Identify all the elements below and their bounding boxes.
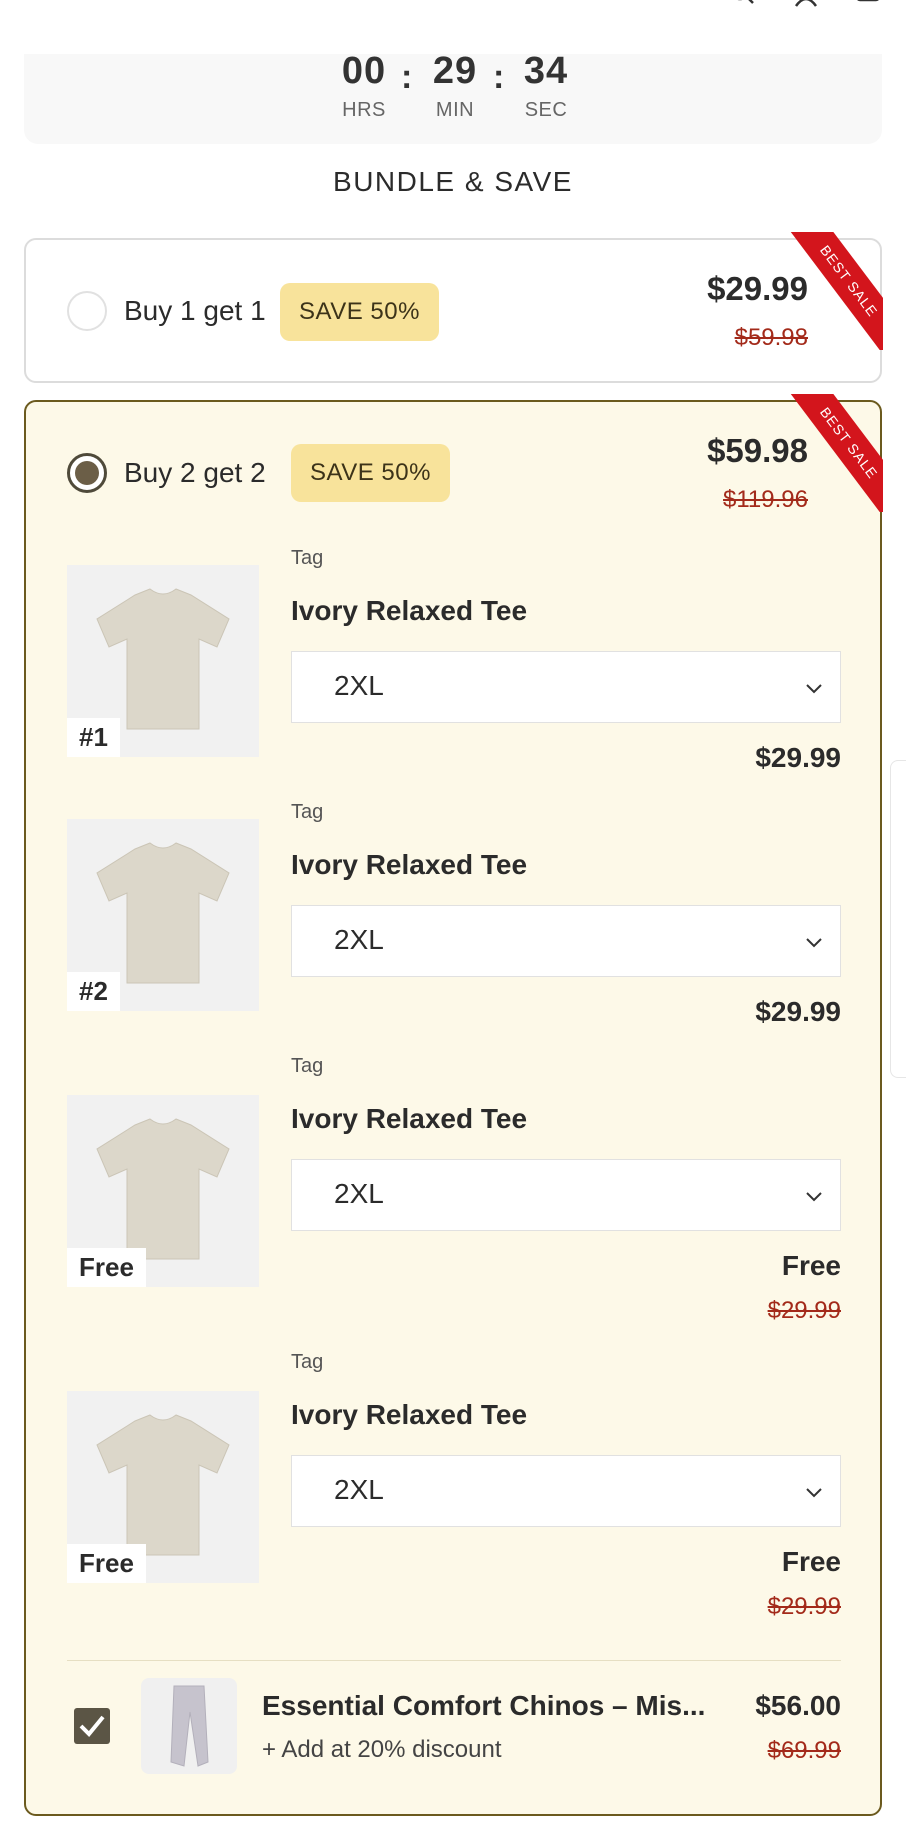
timer-hours-unit: HRS [342, 99, 386, 121]
product-name: Ivory Relaxed Tee [291, 595, 528, 626]
best-sale-ribbon: BEST SALE [789, 232, 883, 350]
offer-label: Buy 2 get 2 [124, 457, 266, 488]
size-select[interactable]: 2XL [291, 1455, 841, 1527]
addon-checkbox[interactable] [74, 1708, 110, 1744]
tshirt-image [96, 842, 230, 984]
product-thumbnail: #1 [67, 565, 259, 757]
ribbon-label: BEST SALE [789, 394, 883, 512]
section-title: BUNDLE & SAVE [333, 166, 573, 197]
timer-seconds: 34 SEC [511, 50, 581, 122]
size-select-value: 2XL [334, 670, 384, 701]
product-tag: Tag [291, 801, 324, 823]
product-tag: Tag [291, 1055, 324, 1077]
thumbnail-tag: Free [67, 1248, 146, 1287]
timer-minutes: 29 MIN [420, 50, 490, 122]
timer-seconds-unit: SEC [524, 99, 568, 121]
size-select-value: 2XL [334, 924, 384, 955]
size-select[interactable]: 2XL [291, 651, 841, 723]
addon-price: $56.00 [755, 1690, 841, 1721]
tshirt-image [96, 1118, 230, 1260]
product-name: Ivory Relaxed Tee [291, 1103, 528, 1134]
size-select[interactable]: 2XL [291, 1159, 841, 1231]
product-thumbnail: #2 [67, 819, 259, 1011]
item-price: Free [781, 1250, 841, 1281]
best-sale-ribbon: BEST SALE [789, 394, 883, 512]
save-badge: SAVE 50% [280, 283, 439, 341]
product-tag: Tag [291, 1351, 324, 1373]
size-select[interactable]: 2XL [291, 905, 841, 977]
timer-seconds-value: 34 [523, 50, 569, 92]
timer-hours-value: 00 [341, 50, 387, 92]
timer-minutes-unit: MIN [435, 99, 475, 121]
addon-thumbnail [141, 1678, 237, 1774]
product-thumbnail: Free [67, 1391, 259, 1583]
chinos-image [170, 1685, 209, 1767]
item-price: Free [781, 1546, 841, 1577]
ribbon-label: BEST SALE [789, 232, 883, 350]
product-tag: Tag [291, 547, 324, 569]
countdown-timer: 00 HRS : 29 MIN : 34 SEC [24, 50, 882, 144]
tshirt-image [96, 588, 230, 730]
timer-hours: 00 HRS [329, 50, 399, 122]
size-select-value: 2XL [334, 1474, 384, 1505]
product-name: Ivory Relaxed Tee [291, 1399, 528, 1430]
offer-card-buy2get2[interactable]: Buy 2 get 2 SAVE 50% $59.98 $119.96 BEST… [24, 394, 883, 1816]
size-select-value: 2XL [334, 1178, 384, 1209]
offer-radio[interactable] [67, 291, 107, 331]
save-badge: SAVE 50% [291, 444, 450, 502]
thumbnail-tag: #2 [67, 972, 120, 1011]
check-icon [79, 1715, 105, 1737]
offer-radio-selected[interactable] [67, 453, 107, 493]
addon-name: Essential Comfort Chinos – Mis... [262, 1690, 706, 1721]
header-icons [730, 0, 882, 8]
thumbnail-tag: #1 [67, 718, 120, 757]
chevron-down-icon [806, 684, 822, 694]
product-thumbnail: Free [67, 1095, 259, 1287]
timer-separator: : [493, 58, 505, 96]
cart-icon[interactable] [854, 0, 882, 8]
addon-subtitle: + Add at 20% discount [262, 1736, 502, 1763]
account-icon[interactable] [792, 0, 820, 8]
offer-label: Buy 1 get 1 [124, 295, 266, 326]
item-old-price: $29.99 [767, 1297, 841, 1324]
offer-card-buy1get1[interactable]: Buy 1 get 1 SAVE 50% $29.99 $59.98 BEST … [24, 232, 883, 383]
side-panel-edge [890, 760, 906, 1078]
tshirt-image [96, 1414, 230, 1556]
item-old-price: $29.99 [767, 1593, 841, 1620]
item-price: $29.99 [755, 742, 841, 773]
chevron-down-icon [806, 1192, 822, 1202]
search-icon[interactable] [730, 0, 758, 8]
timer-minutes-value: 29 [432, 50, 478, 92]
chevron-down-icon [806, 938, 822, 948]
product-name: Ivory Relaxed Tee [291, 849, 528, 880]
divider [67, 1660, 841, 1661]
addon-old-price: $69.99 [767, 1737, 841, 1764]
thumbnail-tag: Free [67, 1544, 146, 1583]
item-price: $29.99 [755, 996, 841, 1027]
chevron-down-icon [806, 1488, 822, 1498]
timer-separator: : [401, 58, 413, 96]
